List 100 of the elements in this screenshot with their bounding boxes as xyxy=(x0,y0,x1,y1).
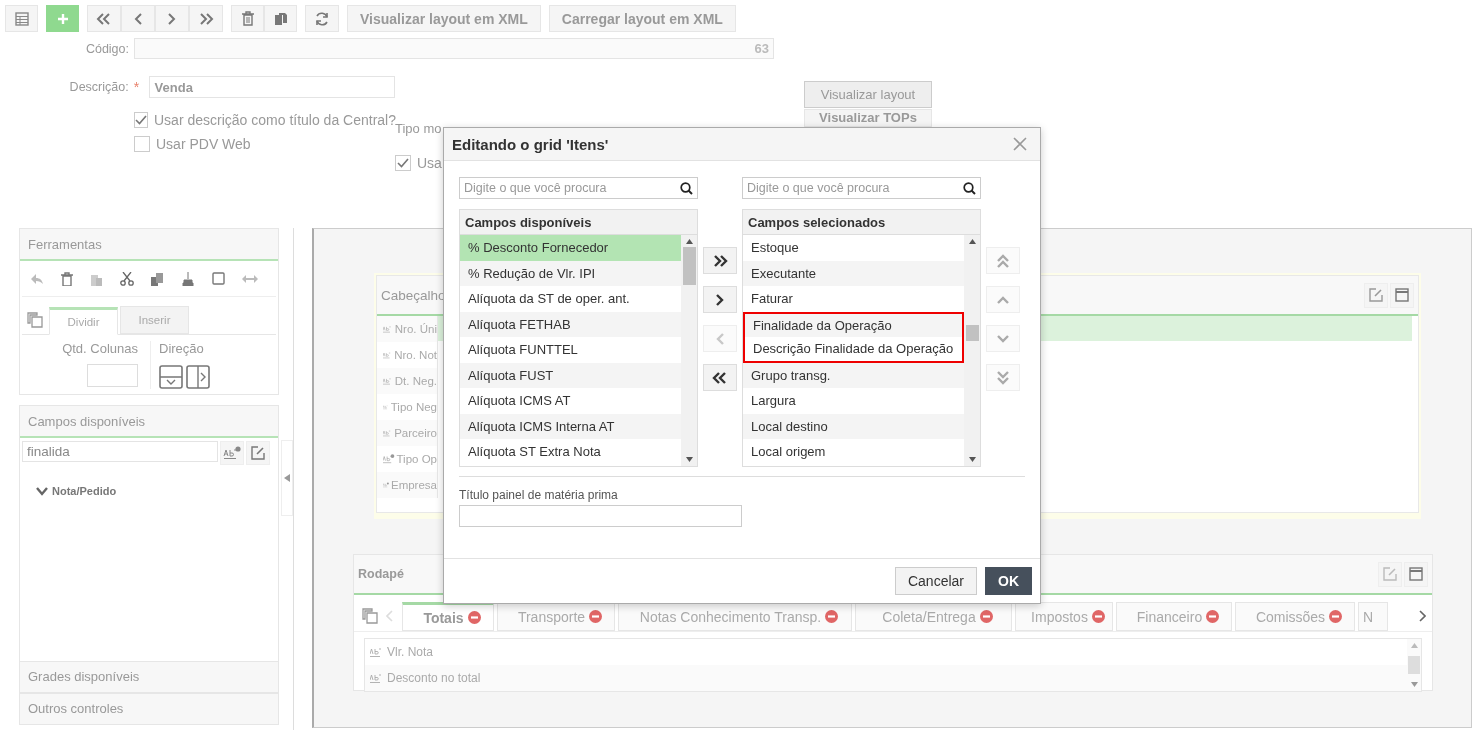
checkbox[interactable] xyxy=(395,155,411,171)
delete-button[interactable] xyxy=(231,5,264,32)
search-field[interactable]: Digite o que você procura xyxy=(742,177,981,199)
minus-circle-icon[interactable] xyxy=(979,610,993,623)
scrollbar[interactable] xyxy=(681,235,697,466)
copy-icon[interactable] xyxy=(362,608,378,624)
triangle-down-icon[interactable] xyxy=(1410,682,1418,687)
move-button[interactable] xyxy=(703,247,737,274)
list-item[interactable]: Finalidade da Operação xyxy=(743,311,964,337)
tab[interactable]: Impostos xyxy=(1015,602,1113,631)
tab[interactable]: Comissões xyxy=(1235,602,1355,631)
list-item[interactable]: Estoque xyxy=(743,235,964,261)
triangle-down-icon[interactable] xyxy=(685,457,693,462)
collapse-handle[interactable] xyxy=(281,440,293,516)
field-item[interactable]: Vlr. Nota xyxy=(387,645,434,659)
tab[interactable]: N xyxy=(1358,602,1388,631)
columns-field[interactable] xyxy=(87,364,138,387)
minus-circle-icon[interactable] xyxy=(1329,610,1343,623)
description-field[interactable]: Venda xyxy=(148,76,395,98)
edit-button[interactable] xyxy=(246,441,270,465)
split-vertical-icon[interactable] xyxy=(159,365,183,389)
xml-layout-button[interactable]: Carregar layout em XML xyxy=(548,5,736,32)
edit-button[interactable] xyxy=(1364,282,1388,308)
resize-arrows-icon[interactable] xyxy=(242,274,258,283)
list-item[interactable]: Alíquota FUST xyxy=(460,362,681,388)
list-item[interactable]: Alíquota FETHAB xyxy=(460,311,681,337)
scrollbar-thumb[interactable] xyxy=(682,247,696,285)
code-field[interactable]: 63 xyxy=(134,38,774,59)
refresh-button[interactable] xyxy=(305,5,339,32)
tab[interactable]: Totais xyxy=(402,602,494,631)
caption-field[interactable] xyxy=(459,505,742,527)
view-button[interactable]: Visualizar layout xyxy=(804,81,932,108)
list-item[interactable]: Faturar xyxy=(743,286,964,312)
minus-circle-icon[interactable] xyxy=(589,610,603,623)
list-item[interactable]: Local destino xyxy=(743,413,964,439)
scrollbar-thumb[interactable] xyxy=(1408,656,1420,674)
checkbox[interactable] xyxy=(134,112,148,128)
list-item[interactable]: Alíquota da ST de oper. ant. xyxy=(460,286,681,312)
tree-item[interactable]: Nota/Pedido xyxy=(52,485,117,497)
tab[interactable]: Inserir xyxy=(120,306,189,334)
minus-circle-icon[interactable] xyxy=(1091,610,1105,623)
spellcheck-button[interactable] xyxy=(220,441,244,465)
close-icon[interactable] xyxy=(1013,137,1027,151)
duplicate-button[interactable] xyxy=(264,5,297,32)
first-button[interactable] xyxy=(87,5,121,32)
checkbox[interactable] xyxy=(134,136,150,152)
field-item[interactable]: Nro. Not xyxy=(394,349,437,361)
trash-icon[interactable] xyxy=(61,271,73,286)
list-item[interactable]: Executante xyxy=(743,260,964,286)
clipboard-icon[interactable] xyxy=(151,271,164,286)
broom-icon[interactable] xyxy=(181,271,195,286)
tab[interactable]: Dividir xyxy=(49,307,118,335)
filter-field[interactable]: finalida xyxy=(22,441,218,462)
tab[interactable]: Notas Conhecimento Transp. xyxy=(618,602,852,631)
triangle-up-icon[interactable] xyxy=(968,239,976,244)
triangle-down-icon[interactable] xyxy=(968,457,976,462)
view-button[interactable]: Visualizar TOPs xyxy=(804,109,932,127)
minus-circle-icon[interactable] xyxy=(467,611,481,624)
scrollbar[interactable] xyxy=(1407,639,1421,691)
field-item[interactable]: Tipo Neg xyxy=(390,401,437,413)
list-item[interactable]: Alíquota ICMS Interna AT xyxy=(460,413,681,439)
scissors-icon[interactable] xyxy=(120,271,134,286)
layout-button[interactable] xyxy=(1404,561,1428,587)
table-view-button[interactable] xyxy=(5,5,38,32)
chevron-down-icon[interactable] xyxy=(36,486,48,496)
field-item[interactable]: Tipo Op xyxy=(396,453,437,465)
next-button[interactable] xyxy=(155,5,189,32)
copy-icon[interactable] xyxy=(27,312,43,328)
move-button[interactable] xyxy=(703,364,737,391)
move-button[interactable] xyxy=(703,286,737,313)
last-button[interactable] xyxy=(189,5,223,32)
xml-layout-button[interactable]: Visualizar layout em XML xyxy=(347,5,541,32)
layout-button[interactable] xyxy=(1390,282,1414,308)
reply-arrow-icon[interactable] xyxy=(30,272,44,285)
list-item[interactable]: Alíquota FUNTTEL xyxy=(460,337,681,363)
tab[interactable]: Transporte xyxy=(497,602,615,631)
search-input[interactable]: Digite o que você procura xyxy=(464,178,680,198)
field-item[interactable]: Desconto no total xyxy=(387,671,481,685)
list-item[interactable]: Grupo transg. xyxy=(743,362,964,388)
ok-button[interactable]: OK xyxy=(985,567,1032,595)
scrollbar-thumb[interactable] xyxy=(965,325,979,341)
section-header[interactable]: Outros controles xyxy=(19,693,279,725)
search-input[interactable]: Digite o que você procura xyxy=(747,178,963,198)
tab[interactable]: Coleta/Entrega xyxy=(855,602,1012,631)
section-header[interactable]: Grades disponíveis xyxy=(19,661,279,693)
tab[interactable]: Financeiro xyxy=(1116,602,1232,631)
list-item[interactable]: % Redução de Vlr. IPI xyxy=(460,260,681,286)
list-item[interactable]: Alíquota ST Extra Nota xyxy=(460,439,681,465)
list-item[interactable]: Largura xyxy=(743,388,964,414)
square-icon[interactable] xyxy=(212,272,225,285)
scrollbar[interactable] xyxy=(964,235,980,466)
list-item[interactable]: Alíquota ICMS AT xyxy=(460,388,681,414)
split-horizontal-icon[interactable] xyxy=(186,365,210,389)
previous-button[interactable] xyxy=(121,5,155,32)
chevron-right-icon[interactable] xyxy=(1418,610,1426,622)
list-item[interactable]: Local origem xyxy=(743,439,964,465)
triangle-up-icon[interactable] xyxy=(685,239,693,244)
search-field[interactable]: Digite o que você procura xyxy=(459,177,698,199)
minus-circle-icon[interactable] xyxy=(825,610,839,623)
minus-circle-icon[interactable] xyxy=(1206,610,1220,623)
